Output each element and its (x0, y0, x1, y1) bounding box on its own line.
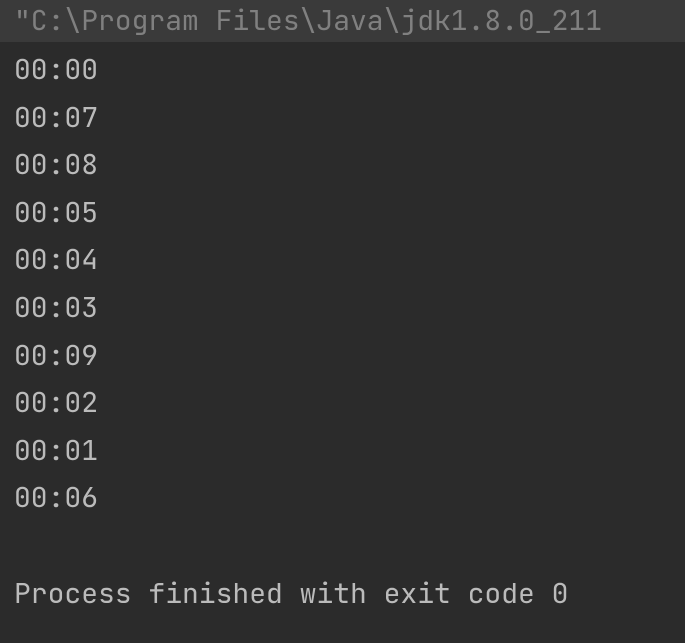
output-line: 00:07 (14, 94, 671, 142)
output-line: 00:08 (14, 141, 671, 189)
output-line: 00:06 (14, 474, 671, 522)
output-block: 00:00 00:07 00:08 00:05 00:04 00:03 00:0… (0, 42, 685, 570)
output-line: 00:05 (14, 189, 671, 237)
output-line: 00:04 (14, 236, 671, 284)
exit-message: Process finished with exit code 0 (0, 570, 685, 618)
console-panel: "C:\Program Files\Java\jdk1.8.0_211 00:0… (0, 0, 685, 643)
output-line: 00:00 (14, 46, 671, 94)
output-line: 00:09 (14, 332, 671, 380)
output-line: 00:02 (14, 379, 671, 427)
output-line: 00:01 (14, 427, 671, 475)
output-line: 00:03 (14, 284, 671, 332)
blank-line (14, 522, 671, 570)
command-line: "C:\Program Files\Java\jdk1.8.0_211 (0, 0, 685, 42)
